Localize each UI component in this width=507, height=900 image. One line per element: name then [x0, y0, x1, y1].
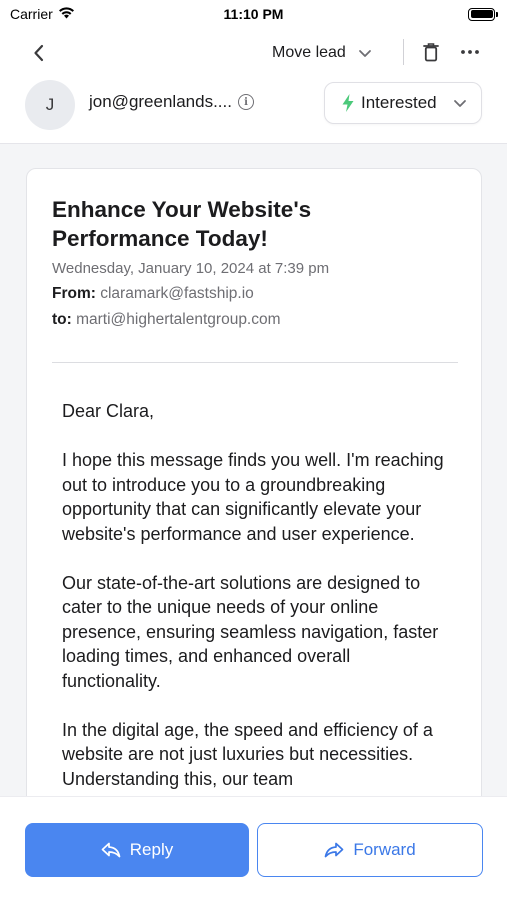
- chevron-down-icon: [454, 99, 466, 107]
- email-from: From: claramark@fastship.io: [52, 285, 254, 303]
- forward-icon: [324, 842, 344, 858]
- back-button[interactable]: [26, 40, 52, 66]
- to-label: to:: [52, 311, 72, 328]
- status-bar: Carrier 11:10 PM: [0, 0, 507, 28]
- status-left: Carrier: [10, 6, 75, 22]
- chevron-down-icon: [358, 49, 371, 57]
- body-paragraph: In the digital age, the speed and effici…: [62, 719, 433, 789]
- to-value: marti@highertalentgroup.com: [76, 311, 281, 328]
- more-horizontal-icon: [461, 50, 479, 54]
- info-icon[interactable]: i: [237, 94, 254, 110]
- nav-divider: [403, 39, 404, 65]
- trash-icon: [423, 43, 439, 62]
- reply-label: Reply: [129, 840, 174, 859]
- status-time: 11:10 PM: [223, 6, 284, 22]
- move-lead-dropdown[interactable]: Move lead: [262, 38, 382, 68]
- more-options-button[interactable]: [456, 39, 484, 65]
- top-nav: Move lead: [0, 28, 507, 78]
- lead-status-label: Interested: [361, 93, 437, 112]
- bottom-action-bar: Reply Forward: [0, 796, 507, 900]
- email-date: Wednesday, January 10, 2024 at 7:39 pm: [52, 260, 330, 277]
- body-paragraph: Our state-of-the-art solutions are desig…: [62, 572, 439, 691]
- from-label: From:: [52, 285, 96, 302]
- lead-status-dropdown[interactable]: Interested: [324, 82, 482, 124]
- move-lead-label: Move lead: [272, 44, 346, 61]
- card-divider: [52, 362, 458, 363]
- carrier-label: Carrier: [10, 6, 53, 22]
- email-body: Dear Clara, I hope this message finds yo…: [62, 399, 452, 807]
- body-paragraph: I hope this message finds you well. I'm …: [62, 450, 444, 544]
- reply-button[interactable]: Reply: [25, 823, 249, 877]
- body-greeting: Dear Clara,: [62, 401, 155, 421]
- email-subject: Enhance Your Website's Performance Today…: [52, 197, 312, 251]
- contact-email[interactable]: jon@greenlands.... i: [89, 92, 254, 112]
- from-value: claramark@fastship.io: [100, 285, 254, 302]
- chevron-left-icon: [34, 44, 44, 62]
- email-card: Enhance Your Website's Performance Today…: [26, 168, 482, 808]
- contact-row: J jon@greenlands.... i Interested: [0, 78, 507, 144]
- email-to: to: marti@highertalentgroup.com: [52, 311, 281, 329]
- forward-button[interactable]: Forward: [257, 823, 483, 877]
- battery-icon: [468, 7, 498, 21]
- avatar: J: [25, 80, 75, 130]
- lightning-icon: [342, 94, 354, 112]
- reply-icon: [101, 842, 121, 858]
- forward-label: Forward: [353, 840, 416, 859]
- contact-email-label: jon@greenlands....: [89, 92, 232, 111]
- wifi-icon: [58, 6, 75, 22]
- delete-button[interactable]: [419, 39, 443, 65]
